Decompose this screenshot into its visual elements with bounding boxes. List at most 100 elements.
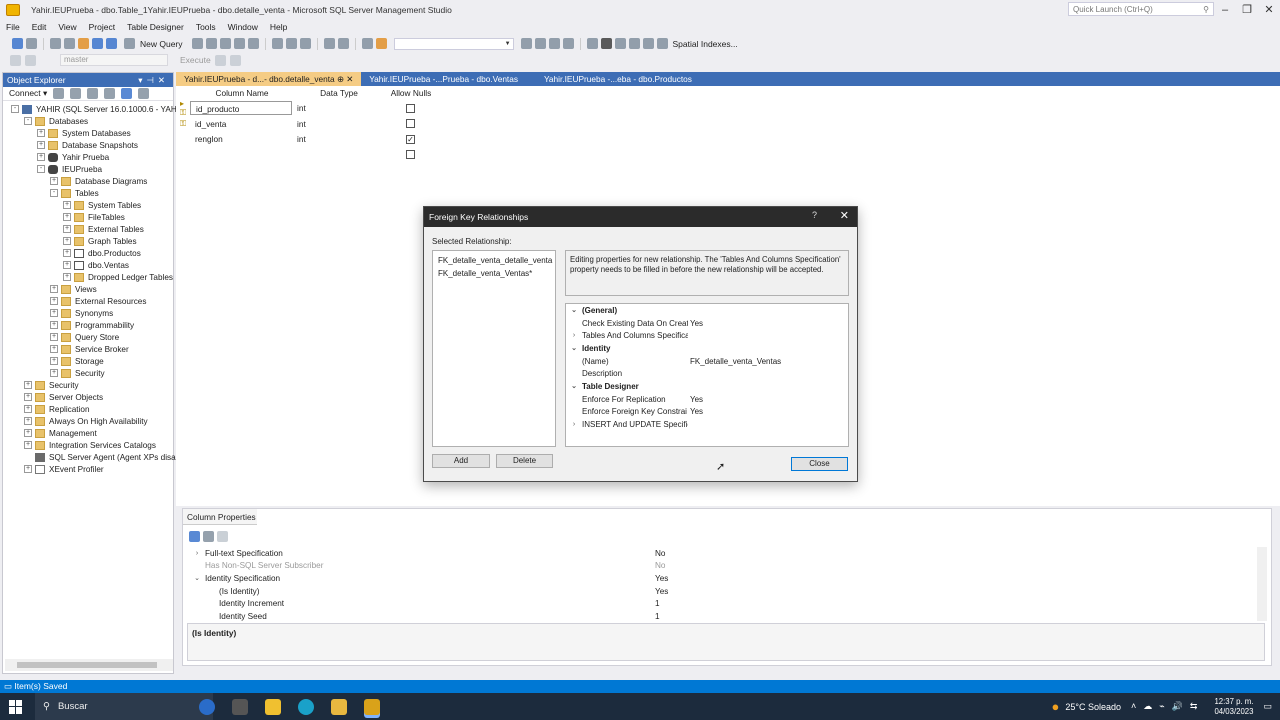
column-name-cell[interactable] xyxy=(190,148,292,162)
help-button[interactable]: ? xyxy=(812,210,817,220)
expand-icon[interactable]: + xyxy=(63,261,71,269)
expand-icon[interactable]: + xyxy=(50,357,58,365)
tree-node[interactable]: + Security xyxy=(3,367,173,379)
data-type-cell[interactable]: int xyxy=(292,134,376,144)
property-row[interactable]: › INSERT And UPDATE Specifica xyxy=(566,418,848,431)
tab-productos[interactable]: Yahir.IEUPrueba -...eba - dbo.Productos xyxy=(536,72,700,86)
open-folder-icon[interactable] xyxy=(78,38,89,49)
column-name-cell[interactable]: renglon xyxy=(190,132,292,146)
column-property-value[interactable]: Yes xyxy=(655,574,668,583)
parse-icon[interactable] xyxy=(229,54,241,66)
cortana-icon[interactable] xyxy=(199,698,215,715)
connect-plug-icon[interactable] xyxy=(53,88,65,99)
edge-icon[interactable] xyxy=(298,698,314,715)
column-name-cell[interactable]: id_venta xyxy=(190,117,292,131)
expand-icon[interactable]: + xyxy=(50,297,58,305)
expand-icon[interactable]: + xyxy=(24,441,32,449)
expand-icon[interactable]: › xyxy=(189,550,205,557)
column-properties-scrollbar[interactable] xyxy=(1257,547,1267,621)
new-query-button[interactable]: New Query xyxy=(140,39,183,49)
tree-node[interactable]: + Yahir Prueba xyxy=(3,151,173,163)
tree-node[interactable]: + Management xyxy=(3,427,173,439)
task-view-icon[interactable] xyxy=(232,698,248,715)
tree-node[interactable]: + External Tables xyxy=(3,223,173,235)
file-explorer-icon[interactable] xyxy=(331,698,347,715)
menu-table-designer[interactable]: Table Designer xyxy=(121,22,190,32)
collapse-icon[interactable]: - xyxy=(24,117,32,125)
check-constraints-icon[interactable] xyxy=(642,38,654,49)
expand-icon[interactable]: + xyxy=(50,177,58,185)
expand-icon[interactable]: + xyxy=(37,153,45,161)
designer-row[interactable]: ⚿ id_venta int xyxy=(180,117,415,131)
expand-icon[interactable]: + xyxy=(63,249,71,257)
relationships-icon[interactable] xyxy=(614,38,626,49)
tree-node[interactable]: + Replication xyxy=(3,403,173,415)
tray-icons[interactable]: ˄☁⌁🔊⇆ xyxy=(1131,701,1204,712)
expand-icon[interactable]: + xyxy=(50,321,58,329)
tree-node[interactable]: - Databases xyxy=(3,115,173,127)
expand-icon[interactable]: + xyxy=(24,417,32,425)
column-property-value[interactable]: Yes xyxy=(655,587,668,596)
menu-view[interactable]: View xyxy=(52,22,82,32)
tree-node[interactable]: + Dropped Ledger Tables xyxy=(3,271,173,283)
column-property-row[interactable]: Identity Seed 1 xyxy=(189,610,1261,623)
menu-edit[interactable]: Edit xyxy=(26,22,53,32)
relationship-list[interactable]: FK_detalle_venta_detalle_venta FK_detall… xyxy=(432,250,556,447)
tab-detalle-venta[interactable]: Yahir.IEUPrueba - d...- dbo.detalle_vent… xyxy=(176,72,362,86)
expand-icon[interactable]: + xyxy=(37,141,45,149)
data-type-cell[interactable]: int xyxy=(292,119,376,129)
new-project-icon[interactable] xyxy=(50,38,61,49)
maximize-button[interactable]: ❐ xyxy=(1236,0,1258,20)
expand-icon[interactable]: ⌄ xyxy=(189,574,205,582)
expand-icon[interactable]: › xyxy=(566,332,582,339)
redo-icon[interactable] xyxy=(337,38,349,49)
expand-icon[interactable]: + xyxy=(37,129,45,137)
property-category[interactable]: ⌄ Identity xyxy=(566,342,848,355)
generate-script-icon[interactable] xyxy=(586,38,598,49)
relationship-item[interactable]: FK_detalle_venta_Ventas* xyxy=(438,268,550,281)
set-primary-key-icon[interactable] xyxy=(600,38,612,49)
column-property-value[interactable]: No xyxy=(655,549,665,558)
save-icon[interactable] xyxy=(92,38,103,49)
collapse-icon[interactable]: - xyxy=(11,105,19,113)
column-property-value[interactable]: No xyxy=(655,561,665,570)
query-db-icon[interactable] xyxy=(191,38,203,49)
copy-icon[interactable] xyxy=(285,38,297,49)
undo-icon[interactable] xyxy=(323,38,335,49)
toolbox-icon[interactable] xyxy=(534,38,546,49)
tree-node[interactable]: + External Resources xyxy=(3,295,173,307)
allow-nulls-checkbox[interactable] xyxy=(406,150,415,159)
close-button[interactable]: Close xyxy=(791,457,848,471)
tree-node[interactable]: SQL Server Agent (Agent XPs disabl xyxy=(3,451,182,463)
notifications-icon[interactable]: ▭ xyxy=(1263,701,1272,712)
menu-file[interactable]: File xyxy=(0,22,26,32)
tree-node[interactable]: + Server Objects xyxy=(3,391,173,403)
solution-config-combo[interactable]: ▼ xyxy=(393,37,514,50)
save-all-icon[interactable] xyxy=(106,38,117,49)
property-value[interactable]: FK_detalle_venta_Ventas xyxy=(688,357,781,366)
tree-node[interactable]: + Synonyms xyxy=(3,307,173,319)
dmx-query-icon[interactable] xyxy=(233,38,245,49)
alphabetical-icon[interactable] xyxy=(203,531,214,542)
tree-node[interactable]: + Integration Services Catalogs xyxy=(3,439,173,451)
designer-row[interactable]: ▸⚿ id_producto int xyxy=(180,99,415,117)
tab-ventas[interactable]: Yahir.IEUPrueba -...Prueba - dbo.Ventas xyxy=(361,72,526,86)
menu-tools[interactable]: Tools xyxy=(190,22,222,32)
xmla-query-icon[interactable] xyxy=(247,38,259,49)
indexes-icon[interactable] xyxy=(628,38,640,49)
expand-icon[interactable]: + xyxy=(24,429,32,437)
expand-icon[interactable]: + xyxy=(50,285,58,293)
ssms-taskbar-icon[interactable] xyxy=(364,698,380,715)
column-property-row[interactable]: Has Non-SQL Server Subscriber No xyxy=(189,560,1261,573)
tree-node[interactable]: + XEvent Profiler xyxy=(3,463,173,475)
paste-icon[interactable] xyxy=(299,38,311,49)
disconnect-icon[interactable] xyxy=(25,54,36,66)
connect-button[interactable]: Connect ▾ xyxy=(9,88,47,99)
expand-icon[interactable]: + xyxy=(50,309,58,317)
collapse-icon[interactable]: ⌄ xyxy=(566,382,582,390)
designer-row[interactable] xyxy=(180,148,415,162)
solution-explorer-icon[interactable] xyxy=(520,38,532,49)
spatial-indexes-icon[interactable] xyxy=(656,38,668,49)
menu-window[interactable]: Window xyxy=(222,22,264,32)
column-properties-tab[interactable]: Column Properties xyxy=(183,509,257,525)
